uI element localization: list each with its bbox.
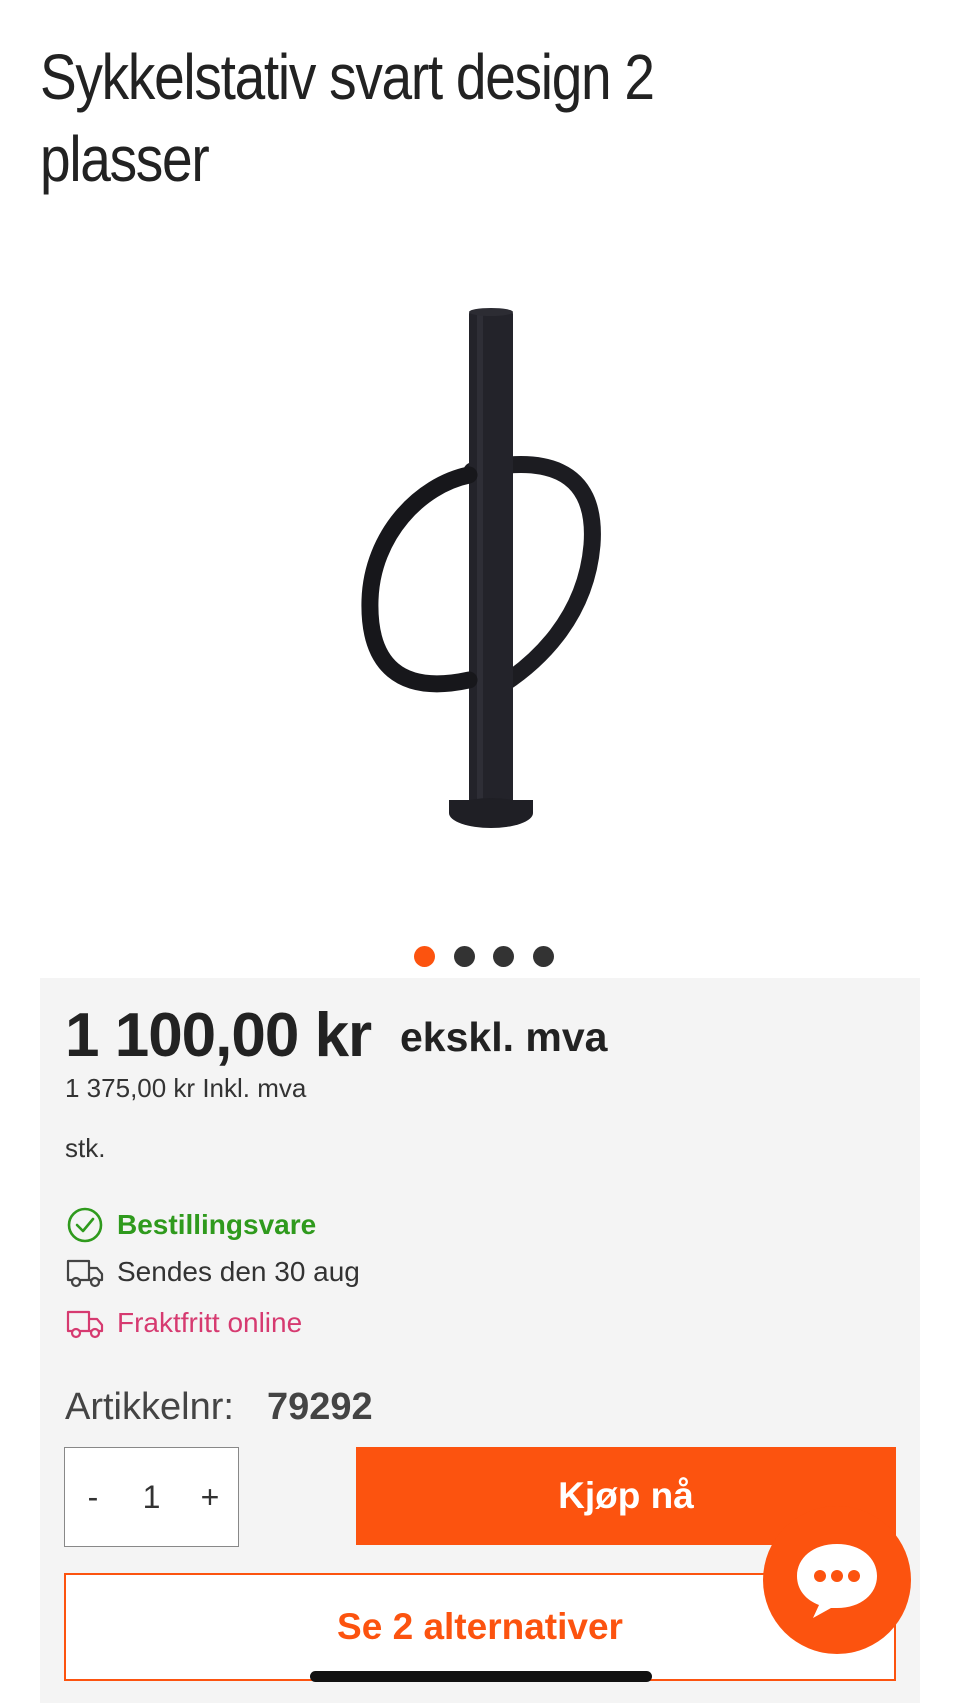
bike-rack-image[interactable] [330,295,630,895]
home-indicator [310,1671,652,1682]
truck-icon [66,1259,104,1288]
article-number: 79292 [267,1386,373,1428]
quantity-decrease-button[interactable]: - [81,1479,105,1516]
freight-row: Fraktfritt online [65,1303,302,1343]
carousel-dot[interactable] [533,946,554,967]
chat-button[interactable] [763,1506,911,1654]
quantity-increase-button[interactable]: + [198,1479,222,1516]
image-carousel-dots [0,946,960,968]
carousel-dot[interactable] [414,946,435,967]
product-title: Sykkelstativ svart design 2 plasser [40,41,655,195]
price-vat-suffix: ekskl. mva [400,1014,608,1060]
price-unit: stk. [65,1133,106,1163]
freight-info: Fraktfritt online [117,1307,303,1338]
truck-icon [66,1310,104,1339]
shipping-row: Sendes den 30 aug [65,1252,360,1292]
availability-status: Bestillingsvare [117,1209,317,1240]
quantity-value[interactable]: 1 [140,1479,164,1516]
carousel-dot[interactable] [493,946,514,967]
price-incl-vat: 1 375,00 kr Inkl. mva [65,1073,307,1103]
shipping-date: Sendes den 30 aug [117,1256,360,1287]
availability-row: Bestillingsvare [65,1205,316,1245]
price-excl-vat: 1 100,00 kr [65,1001,372,1070]
check-circle-icon [67,1207,103,1243]
quantity-stepper[interactable]: - 1 + [64,1447,239,1547]
carousel-dot[interactable] [454,946,475,967]
chat-bubble-icon [797,1544,877,1618]
article-number-label: Artikkelnr: [65,1386,234,1428]
